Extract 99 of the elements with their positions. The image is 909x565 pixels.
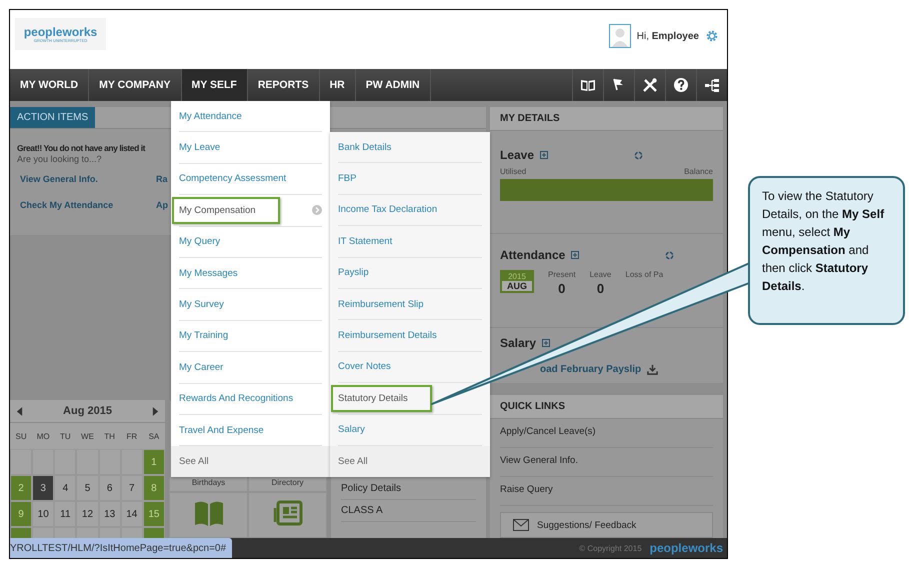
menu-item[interactable]: Reimbursement Slip (338, 292, 424, 316)
stat-value: 0 (558, 281, 566, 296)
balance-label: Balance (684, 167, 713, 176)
weekday-label: SA (148, 430, 160, 442)
stat-label: Leave (590, 270, 612, 279)
prompt-text: Are you looking to...? (17, 154, 102, 164)
day-cell[interactable]: 4 (54, 475, 76, 501)
panel-tab[interactable]: ACTION ITEMS (10, 107, 96, 128)
stat-label: Loss of Pa (625, 270, 664, 279)
quick-link[interactable]: Raise Query (500, 477, 713, 506)
callout: To view the Statutory Details, on the My Self menu, select My Compensation and then click Statutory Details. (748, 176, 905, 325)
month-label: Aug 2015 (63, 405, 112, 417)
section-title: Leave (500, 148, 534, 162)
menu-item[interactable]: Rewards And Recognitions (179, 387, 294, 410)
status-url: YROLLTEST/HLM/?IsItHomePage=true&pcn=0# (10, 538, 232, 558)
menu-item[interactable]: Payslip (338, 261, 369, 284)
day-cell[interactable]: 9 (10, 501, 32, 527)
section-title: Attendance (500, 248, 566, 262)
next-icon[interactable] (152, 406, 159, 416)
payslip-link[interactable]: oad February Payslip (540, 364, 642, 375)
expand-icon[interactable] (571, 251, 580, 259)
feedback-button[interactable]: Suggestions/ Feedback (500, 512, 713, 538)
panel-title: MY DETAILS (490, 107, 723, 131)
day-cell[interactable]: 6 (98, 475, 121, 501)
menu-item[interactable]: Income Tax Declaration (338, 198, 438, 222)
message-text: Great!! You do not have any listed it (17, 143, 146, 153)
day-cell[interactable]: 13 (98, 501, 121, 527)
settings-icon[interactable] (705, 29, 719, 43)
menu-item[interactable]: Travel And Expense (179, 418, 264, 442)
menu-item[interactable]: My Query (179, 230, 220, 254)
quick-link[interactable]: Ap (156, 200, 168, 210)
menu-item[interactable]: Cover Notes (338, 355, 391, 378)
stat-value: 0 (596, 281, 604, 296)
logo-text: peopleworks (24, 26, 98, 38)
day-cell[interactable]: 12 (76, 501, 99, 527)
refresh-icon[interactable] (665, 250, 674, 260)
menu-item[interactable]: Reimbursement Details (338, 324, 437, 348)
day-cell[interactable]: 2 (10, 475, 32, 501)
day-cell[interactable]: 10 (32, 501, 54, 527)
menu-item[interactable]: Salary (338, 418, 365, 442)
year-text: 2015 (508, 272, 526, 281)
day-cell[interactable]: 14 (120, 501, 143, 527)
tile-label[interactable]: Birthdays (192, 478, 226, 487)
quick-link[interactable]: View General Info. (20, 174, 98, 184)
weekday-label: WE (80, 430, 95, 442)
footer-logo: peopleworks (650, 541, 723, 555)
tile-label[interactable]: Directory (271, 478, 304, 487)
quick-link[interactable]: Apply/Cancel Leave(s) (500, 419, 713, 448)
day-cell[interactable] (10, 449, 32, 475)
expand-icon[interactable] (542, 339, 550, 347)
menu-item[interactable]: Bank Details (338, 136, 392, 159)
day-cell[interactable]: 1 (142, 449, 165, 475)
menu-item[interactable]: My Leave (179, 136, 220, 160)
menu-item[interactable]: IT Statement (338, 230, 392, 253)
copyright-text: © Copyright 2015 (579, 544, 642, 552)
menu-item[interactable]: My Attendance (179, 104, 242, 128)
envelope-icon (513, 519, 529, 531)
download-icon[interactable] (647, 364, 658, 375)
day-cell[interactable]: 5 (76, 475, 99, 501)
day-cell[interactable]: 15 (142, 501, 165, 527)
greeting-text: Hi, Employee (636, 30, 699, 42)
menu-item[interactable]: My Survey (179, 293, 224, 316)
nav-tab[interactable]: MY SELF (182, 69, 248, 101)
see-all-link[interactable]: See All (171, 446, 330, 478)
menu-item[interactable]: My Career (179, 356, 224, 379)
quick-link[interactable]: View General Info. (500, 448, 713, 477)
menu-item[interactable]: My Training (179, 324, 228, 348)
weekday-label: MO (36, 430, 51, 442)
policy-item[interactable]: Policy Details (341, 478, 476, 500)
quick-link[interactable]: Check My Attendance (20, 200, 114, 210)
month-text: AUG (502, 281, 532, 291)
weekday-label: SU (14, 430, 28, 442)
see-all-link[interactable]: See All (330, 446, 490, 477)
weekday-label: FR (125, 430, 138, 442)
avatar-icon[interactable] (608, 24, 631, 48)
day-cell[interactable] (54, 449, 76, 475)
day-cell[interactable] (120, 449, 143, 475)
expand-icon[interactable] (540, 151, 548, 159)
newspaper-icon[interactable] (272, 500, 302, 526)
policy-item[interactable]: CLASS A (341, 500, 476, 522)
day-cell[interactable]: 11 (54, 501, 76, 527)
weekday-label: TH (103, 430, 116, 442)
menu-item[interactable]: Competency Assessment (179, 167, 286, 190)
panel-title: QUICK LINKS (490, 395, 723, 419)
quick-link[interactable]: Ra (156, 174, 168, 184)
section-title: Salary (500, 336, 536, 350)
previous-icon[interactable] (16, 406, 23, 416)
menu-item[interactable]: FBP (338, 167, 356, 190)
menu-item[interactable]: My Compensation (172, 196, 280, 224)
utilised-label: Utilised (500, 167, 526, 176)
day-cell[interactable] (32, 449, 54, 475)
menu-item[interactable]: My Messages (179, 262, 238, 285)
refresh-icon[interactable] (634, 150, 644, 160)
day-cell[interactable]: 3 (32, 475, 54, 501)
weekday-label: TU (59, 430, 72, 442)
menu-item[interactable]: Statutory Details (331, 384, 432, 412)
day-cell[interactable]: 8 (142, 475, 165, 501)
day-cell[interactable]: 7 (120, 475, 143, 501)
stat-label: Present (548, 270, 576, 279)
